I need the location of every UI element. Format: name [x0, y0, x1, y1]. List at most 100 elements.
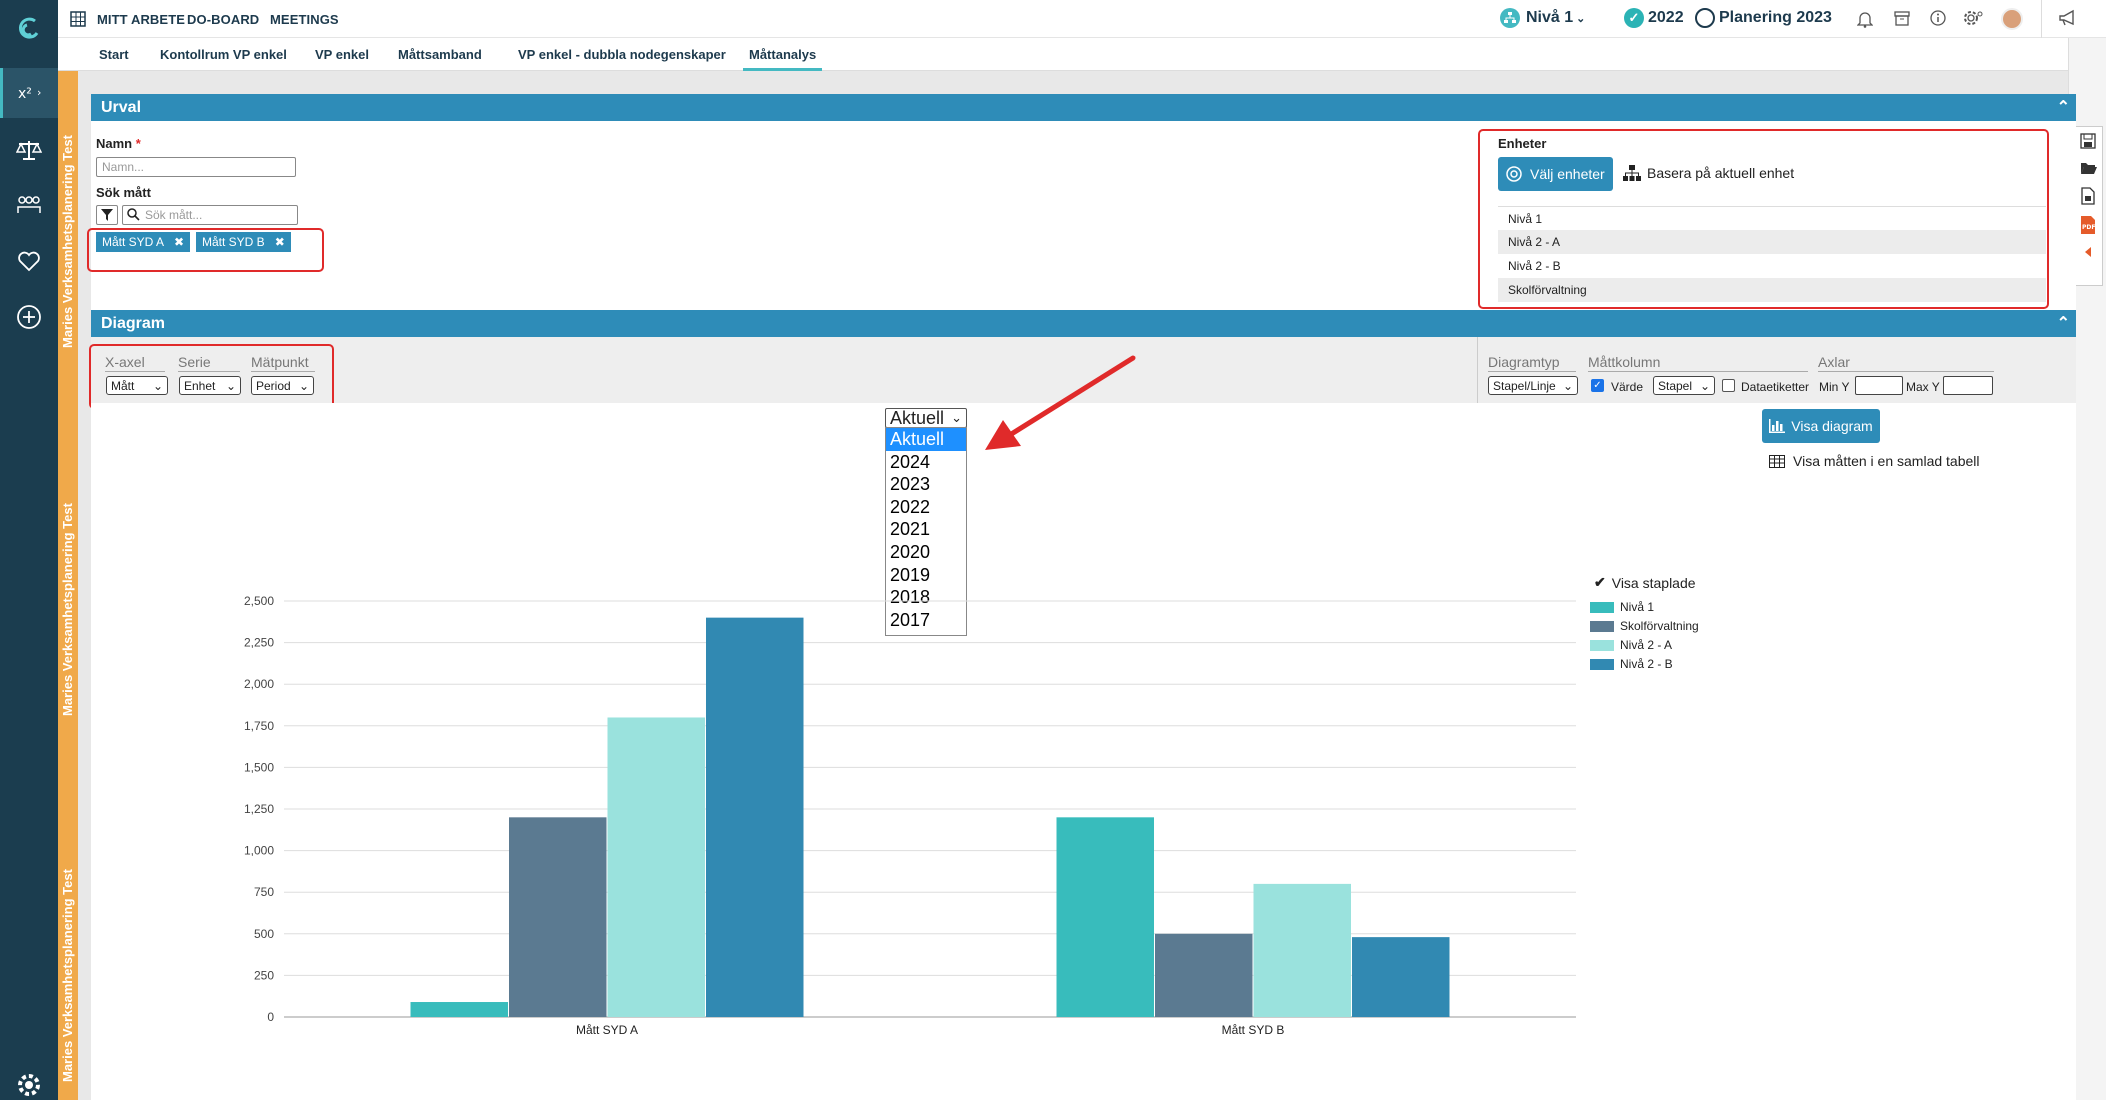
- legend-swatch: [1590, 601, 1614, 613]
- legend-item[interactable]: Nivå 1: [1590, 600, 1654, 614]
- y-tick-label: 1,750: [244, 719, 274, 733]
- settings-icon[interactable]: [1964, 9, 1984, 32]
- urval-title: Urval: [101, 99, 142, 116]
- add-icon[interactable]: [0, 292, 58, 342]
- info-icon[interactable]: [1930, 10, 1946, 31]
- search-label: Sök mått: [96, 185, 151, 200]
- heart-icon[interactable]: [0, 236, 58, 286]
- search-placeholder: Sök mått...: [145, 208, 203, 222]
- maxy-label: Max Y: [1906, 380, 1940, 394]
- mattkolumn-label: Måttkolumn: [1588, 354, 1808, 372]
- legend-item[interactable]: Nivå 2 - B: [1590, 657, 1673, 671]
- plan-label: Planering 2023: [1719, 9, 1832, 26]
- settings-gear-icon[interactable]: [0, 1068, 58, 1100]
- app-logo-icon[interactable]: [0, 0, 58, 58]
- year-label: 2022: [1648, 9, 1684, 26]
- circle-icon: [1695, 8, 1715, 28]
- x-category-label: Mått SYD B: [1222, 1023, 1285, 1037]
- tab-vp-enkel[interactable]: VP enkel: [315, 47, 369, 62]
- axis-settings-highlight: [89, 344, 334, 409]
- miny-input[interactable]: [1855, 376, 1903, 395]
- axlar-label: Axlar: [1818, 354, 1994, 372]
- bar: [1155, 933, 1253, 1017]
- bar: [1253, 883, 1351, 1017]
- level-selector[interactable]: Nivå 1 ⌄: [1500, 8, 1585, 28]
- legend-swatch: [1590, 639, 1614, 651]
- y-tick-label: 1,500: [244, 760, 274, 774]
- collapse-up-icon[interactable]: ⌃: [2057, 313, 2070, 333]
- bar: [509, 817, 607, 1017]
- file-actions: PDF: [2073, 126, 2103, 286]
- legend-swatch: [1590, 658, 1614, 670]
- bar-chart: 0 250 500 750 1,000 1,250 1,500 1,750 2,000 2,250…: [244, 594, 1576, 1037]
- grid-menu-icon[interactable]: [70, 11, 86, 32]
- stapel-select[interactable]: Stapel ⌄: [1653, 376, 1715, 395]
- legend-item[interactable]: Nivå 2 - A: [1590, 638, 1672, 652]
- show-stacked-label: Visa staplade: [1611, 574, 1696, 591]
- legend-item[interactable]: Skolförvaltning: [1590, 619, 1699, 633]
- megaphone-icon[interactable]: [2058, 9, 2078, 32]
- nav-meetings[interactable]: MEETINGS: [270, 12, 339, 27]
- bell-icon[interactable]: [1856, 10, 1874, 33]
- bar: [1352, 937, 1450, 1017]
- chevron-down-icon: ⌄: [1576, 12, 1586, 25]
- tab-mattanalys[interactable]: Måttanalys: [743, 47, 823, 71]
- y-tick-label: 2,250: [244, 636, 274, 650]
- show-stacked-toggle[interactable]: ✔ Visa staplade: [1594, 574, 1696, 591]
- y-tick-label: 250: [254, 968, 274, 982]
- tab-mattsamband[interactable]: Måttsamband: [398, 47, 482, 62]
- stapel-value: Stapel: [1658, 378, 1693, 393]
- diagramtyp-value: Stapel/Linje: [1493, 378, 1556, 393]
- varde-checkbox[interactable]: ✓: [1591, 379, 1604, 392]
- diagram-header: Diagram ⌃: [91, 310, 2076, 337]
- year-badge[interactable]: ✓ 2022: [1624, 8, 1684, 28]
- collapse-up-icon[interactable]: ⌃: [2057, 97, 2070, 117]
- level-label: Nivå 1: [1526, 9, 1574, 26]
- pdf-icon[interactable]: PDF: [2079, 215, 2097, 240]
- balance-icon[interactable]: [0, 125, 58, 175]
- y-tick-label: 500: [254, 927, 274, 941]
- svg-text:PDF: PDF: [2082, 224, 2095, 231]
- export-file-icon[interactable]: [2080, 187, 2096, 210]
- module-tabs: Start Kontollrum VP enkel VP enkel Måtts…: [58, 38, 2068, 71]
- search-icon: [127, 208, 140, 224]
- required-mark: *: [135, 136, 141, 151]
- tab-vp-enkel-dubbla[interactable]: VP enkel - dubbla nodegenskaper: [518, 47, 726, 62]
- svg-text:x²: x²: [18, 86, 32, 102]
- nav-mitt-arbete[interactable]: MITT ARBETE: [97, 12, 185, 27]
- diagramtyp-label: Diagramtyp: [1488, 354, 1576, 372]
- nav-do-board[interactable]: DO-BOARD: [187, 12, 259, 27]
- team-icon[interactable]: [0, 180, 58, 230]
- filter-icon[interactable]: [96, 205, 118, 225]
- tab-start[interactable]: Start: [99, 47, 129, 62]
- diagramtyp-select[interactable]: Stapel/Linje ⌄: [1488, 376, 1578, 395]
- y-tick-label: 2,500: [244, 594, 274, 608]
- analysis-icon[interactable]: x² ›: [0, 68, 58, 118]
- legend-label: Skolförvaltning: [1620, 619, 1699, 633]
- tenant-name: Maries Verksamhetsplanering Test: [60, 135, 75, 349]
- divider: [2041, 0, 2042, 38]
- save-icon[interactable]: [2080, 133, 2096, 154]
- tenant-name: Maries Verksamhetsplanering Test: [60, 869, 75, 1083]
- legend-label: Nivå 1: [1620, 600, 1655, 614]
- divider: [1477, 337, 1478, 403]
- avatar[interactable]: [2001, 8, 2023, 30]
- org-tree-icon: [1500, 8, 1520, 28]
- top-bar: MITT ARBETE DO-BOARD MEETINGS Nivå 1 ⌄ ✓…: [58, 0, 2106, 38]
- dataetiketter-checkbox[interactable]: [1722, 379, 1735, 392]
- name-input[interactable]: Namn...: [96, 157, 296, 177]
- diagram-title: Diagram: [101, 315, 166, 332]
- folder-open-icon[interactable]: [2080, 161, 2098, 180]
- y-tick-label: 2,000: [244, 677, 274, 691]
- tenant-name: Maries Verksamhetsplanering Test: [60, 503, 75, 717]
- bar: [607, 717, 705, 1017]
- collapse-left-icon[interactable]: [2081, 245, 2095, 264]
- y-tick-label: 1,250: [244, 802, 274, 816]
- chevron-down-icon: ⌄: [1562, 378, 1573, 393]
- tab-kontollrum[interactable]: Kontollrum VP enkel: [160, 47, 287, 62]
- plan-badge[interactable]: Planering 2023: [1695, 8, 1832, 28]
- maxy-input[interactable]: [1943, 376, 1993, 395]
- search-input[interactable]: Sök mått...: [122, 205, 298, 225]
- archive-icon[interactable]: [1894, 10, 1910, 31]
- x-category-label: Mått SYD A: [576, 1023, 638, 1037]
